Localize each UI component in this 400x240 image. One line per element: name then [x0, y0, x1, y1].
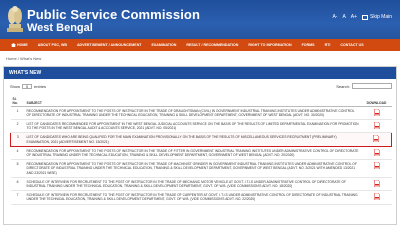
- row-download-cell: [361, 106, 392, 120]
- nav-result[interactable]: RESULT / RECOMMENDATION: [181, 43, 243, 47]
- row-download-cell: [361, 132, 392, 147]
- pdf-download-icon[interactable]: [373, 193, 380, 201]
- accessibility-tools: A- A A+ Skip Main: [332, 14, 392, 20]
- nav-home[interactable]: HOME: [6, 43, 33, 47]
- row-sl: 4: [10, 146, 25, 161]
- row-sl: 5: [10, 159, 25, 178]
- pdf-download-icon[interactable]: [373, 121, 380, 129]
- col-subject-header[interactable]: SUBJECT: [24, 92, 362, 107]
- row-download-cell: [361, 177, 392, 192]
- whats-new-table: Sl. No. SUBJECT DOWNLOAD 1 RECOMMENDATION…: [10, 92, 392, 205]
- row-subject: RECOMMENDATION FOR APPOINTMENT TO THE PO…: [24, 159, 362, 178]
- font-increase-button[interactable]: A+: [351, 14, 357, 20]
- entries-select[interactable]: 5: [22, 84, 33, 89]
- show-label: Show: [10, 84, 21, 89]
- search-input[interactable]: [352, 83, 392, 89]
- table-row: 5 RECOMMENDATION FOR APPOINTMENT TO THE P…: [10, 159, 392, 178]
- row-download-cell: [361, 159, 392, 178]
- nav-rti-info[interactable]: RIGHT TO INFORMATION: [243, 43, 296, 47]
- table-body: 1 RECOMMENDATION FOR APPOINTMENT TO THE P…: [10, 106, 392, 205]
- entries-control: Show 5 entries: [10, 84, 46, 89]
- search-control: Search:: [336, 83, 392, 89]
- font-decrease-button[interactable]: A-: [332, 14, 337, 20]
- pdf-download-icon[interactable]: [373, 135, 379, 143]
- table-controls: Show 5 entries Search:: [10, 82, 392, 91]
- panel-title: WHAT'S NEW: [4, 67, 396, 79]
- pdf-download-icon[interactable]: [373, 148, 380, 156]
- skip-label: Skip Main: [370, 14, 392, 20]
- skip-icon: [362, 14, 369, 20]
- row-subject: LIST OF CANDIDATES WHO ARE BEING QUALIFI…: [24, 132, 362, 147]
- table-row: 4 RECOMMENDATION FOR APPOINTMENT TO THE P…: [10, 146, 392, 161]
- pdf-download-icon[interactable]: [373, 108, 380, 116]
- nav-about[interactable]: ABOUT PSC, WB: [33, 43, 72, 47]
- home-icon: [11, 43, 16, 47]
- pdf-download-icon[interactable]: [373, 162, 380, 170]
- row-download-cell: [361, 146, 392, 161]
- site-title: Public Service Commission: [27, 7, 201, 22]
- nav-forms[interactable]: FORMS: [297, 43, 320, 47]
- whats-new-panel: WHAT'S NEW Show 5 entries Search: Sl. No…: [3, 66, 397, 225]
- table-row: 3 LIST OF CANDIDATES WHO ARE BEING QUALIF…: [10, 132, 392, 147]
- nav-advertisement[interactable]: ADVERTISEMENT / ANNOUNCEMENT: [72, 43, 147, 47]
- table-row: 7 SCHEDULE OF INTERVIEW FOR RECRUITMENT T…: [10, 190, 392, 205]
- site-header: Public Service Commission West Bengal A-…: [0, 0, 400, 39]
- col-sl-header[interactable]: Sl. No.: [10, 92, 25, 107]
- skip-main-link[interactable]: Skip Main: [362, 14, 392, 20]
- search-label: Search:: [336, 83, 350, 89]
- nav-examination[interactable]: EXAMINATION: [147, 43, 182, 47]
- table-row: 1 RECOMMENDATION FOR APPOINTMENT TO THE P…: [10, 106, 392, 120]
- row-subject: RECOMMENDATION FOR APPOINTMENT TO THE PO…: [24, 146, 362, 161]
- breadcrumb: Home / What's New: [6, 56, 42, 61]
- col-download-header: DOWNLOAD: [361, 92, 392, 107]
- row-subject: SCHEDULE OF INTERVIEW FOR RECRUITMENT TO…: [24, 177, 362, 192]
- nav-contact[interactable]: CONTACT US: [335, 43, 368, 47]
- table-row: 6 SCHEDULE OF INTERVIEW FOR RECRUITMENT T…: [10, 177, 392, 192]
- table-row: 2 LIST OF CANDIDATES RECOMMENDED FOR APPO…: [10, 119, 392, 134]
- row-sl: 7: [10, 190, 25, 205]
- row-download-cell: [361, 119, 392, 134]
- nav-home-label: HOME: [17, 43, 28, 47]
- row-subject: SCHEDULE OF INTERVIEW FOR RECRUITMENT TO…: [24, 190, 362, 205]
- entries-label: entries: [34, 84, 47, 89]
- row-sl: 2: [10, 119, 25, 134]
- pdf-download-icon[interactable]: [373, 179, 380, 187]
- row-sl: 6: [10, 177, 25, 192]
- row-subject: RECOMMENDATION FOR APPOINTMENT TO THE PO…: [24, 106, 362, 120]
- row-download-cell: [361, 190, 392, 205]
- font-normal-button[interactable]: A: [342, 14, 345, 20]
- main-nav: HOME ABOUT PSC, WB ADVERTISEMENT / ANNOU…: [0, 39, 400, 51]
- state-emblem-icon: [4, 2, 26, 36]
- site-subtitle: West Bengal: [27, 22, 93, 34]
- row-subject: LIST OF CANDIDATES RECOMMENDED FOR APPOI…: [24, 119, 362, 134]
- nav-rti[interactable]: RTI: [320, 43, 336, 47]
- row-sl: 3: [10, 132, 25, 147]
- row-sl: 1: [10, 106, 25, 120]
